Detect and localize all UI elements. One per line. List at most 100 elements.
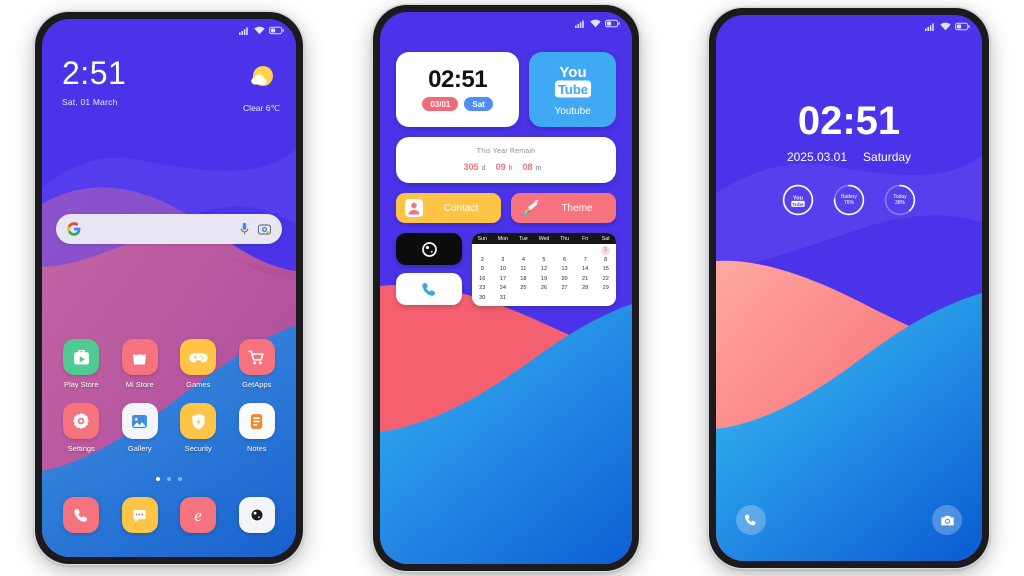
widget-row-bottom: Sun Mon Tue Wed Thu Fri Sat 1 2 3 4 5 6 7 8 9 10 1… [396,233,616,306]
clock-widget[interactable]: 02:51 03/01 Sat [396,52,520,127]
battery-icon [605,19,620,28]
app-gallery[interactable]: Gallery [111,403,170,453]
app-label: Notes [246,444,267,453]
google-lens-icon[interactable] [258,223,271,236]
calendar-day-cell[interactable]: 2 [472,256,493,266]
calendar-day-cell[interactable]: 30 [472,294,493,304]
calendar-day-number: 19 [540,275,548,282]
calendar-day-cell[interactable]: 3 [493,256,514,266]
microphone-icon[interactable] [239,222,250,236]
calendar-day-cell[interactable]: 18 [513,275,534,285]
camera-tile[interactable] [396,233,462,265]
calendar-day-cell[interactable]: 29 [595,284,616,294]
calendar-day-number: 11 [520,266,527,272]
phone-2-status-bar [380,12,632,32]
theme-shortcut[interactable]: Theme [511,193,616,223]
page-dot[interactable] [178,477,182,481]
dock-item-messages[interactable] [111,497,170,533]
calendar-day-cell[interactable]: 14 [575,265,596,275]
calendar-day-cell[interactable]: 21 [575,275,596,285]
ring-battery[interactable]: Battery 76% [833,184,865,216]
year-remain-widget[interactable]: This Year Remain 305 d 09 h 08 m [396,137,616,183]
phone-1-app-grid: Play Store Mi Store Games GetApps Settin… [52,339,286,453]
app-settings[interactable]: Settings [52,403,111,453]
svg-text:You: You [559,64,586,81]
clock-widget-time: 02:51 [428,66,488,93]
calendar-day-cell[interactable]: 31 [493,294,514,304]
search-input[interactable] [56,214,282,244]
phone-2-frame: 02:51 03/01 Sat You Tube Youtube This Ye… [373,5,639,571]
calendar-day-cell[interactable]: 7 [575,256,596,266]
calendar-day-cell[interactable]: 10 [493,265,514,275]
app-getapps[interactable]: GetApps [228,339,287,389]
app-games[interactable]: Games [169,339,228,389]
calendar-day-number: 8 [604,256,608,263]
calendar-weekday: Wed [538,235,550,242]
dock-item-browser[interactable]: e [169,497,228,533]
message-icon [121,497,158,533]
calendar-day-cell[interactable]: 16 [472,275,493,285]
contact-shortcut[interactable]: Contact [396,193,501,223]
calendar-day-cell[interactable]: 17 [493,275,514,285]
calendar-empty-cell [534,246,555,256]
phone-3-screen: 02:51 2025.03.01 Saturday You Tube Batte… [716,15,982,561]
calendar-day-cell[interactable]: 22 [595,275,616,285]
ring-value: 76% [843,200,854,206]
calendar-day-number: 15 [602,266,609,272]
signal-icon [575,20,584,28]
ring-today[interactable]: Today 38% [884,184,916,216]
calendar-day-cell[interactable]: 9 [472,265,493,275]
shield-icon [180,403,217,439]
page-dot[interactable] [156,477,160,481]
year-remain-values: 305 d 09 h 08 m [464,162,549,172]
clock-widget-date-pill: 03/01 [422,97,459,111]
phone-1-date: Sat, 01 March [62,97,118,107]
signal-icon [239,27,248,35]
app-mi-store[interactable]: Mi Store [111,339,170,389]
ring-youtube[interactable]: You Tube [782,184,814,216]
play-store-icon [63,339,100,375]
phone-1-screen: 2:51 Sat, 01 March Clear 6℃ Play Store M… [42,19,296,557]
paintbrush-icon [522,199,539,216]
app-label: Gallery [127,444,152,453]
app-security[interactable]: Security [169,403,228,453]
calendar-day-cell[interactable]: 11 [513,265,534,275]
page-dot[interactable] [167,477,171,481]
page-indicator[interactable] [42,477,296,481]
app-notes[interactable]: Notes [228,403,287,453]
calendar-day-cell[interactable]: 6 [554,256,575,266]
calendar-widget[interactable]: Sun Mon Tue Wed Thu Fri Sat 1 2 3 4 5 6 7 8 9 10 1… [472,233,616,306]
calendar-day-cell[interactable]: 20 [554,275,575,285]
dock-item-phone[interactable] [52,497,111,533]
calendar-day-cell[interactable]: 1 [595,246,616,256]
calendar-day-cell[interactable]: 27 [554,284,575,294]
dock-item-camera[interactable] [228,497,287,533]
lock-camera-button[interactable] [932,505,962,535]
phone-3-frame: 02:51 2025.03.01 Saturday You Tube Batte… [709,8,989,568]
calendar-day-cell[interactable]: 5 [534,256,555,266]
calendar-day-number: 18 [520,275,527,282]
calendar-day-cell[interactable]: 26 [534,284,555,294]
calendar-day-cell[interactable]: 13 [554,265,575,275]
calendar-day-number: 10 [499,266,506,272]
screenshot-stage: 2:51 Sat, 01 March Clear 6℃ Play Store M… [0,0,1024,576]
app-play-store[interactable]: Play Store [52,339,111,389]
calendar-day-cell[interactable]: 23 [472,284,493,294]
phone-1-weather-widget[interactable]: Clear 6℃ [243,63,280,114]
calendar-day-cell[interactable]: 12 [534,265,555,275]
calendar-weekday: Thu [560,235,570,242]
phone-1-weather-text: Clear 6℃ [243,103,280,113]
calendar-day-cell[interactable]: 28 [575,284,596,294]
lock-phone-button[interactable] [736,505,766,535]
calendar-day-cell[interactable]: 4 [513,256,534,266]
calendar-day-cell[interactable]: 8 [595,256,616,266]
calendar-empty-cell [513,294,534,304]
calendar-day-cell[interactable]: 25 [513,284,534,294]
calendar-day-cell[interactable]: 19 [534,275,555,285]
calendar-day-cell[interactable]: 24 [493,284,514,294]
phone-tile[interactable] [396,273,462,305]
year-remain-minutes-unit: m [535,165,542,172]
signal-icon [925,23,934,31]
calendar-day-cell[interactable]: 15 [595,265,616,275]
youtube-widget[interactable]: You Tube Youtube [529,52,616,127]
